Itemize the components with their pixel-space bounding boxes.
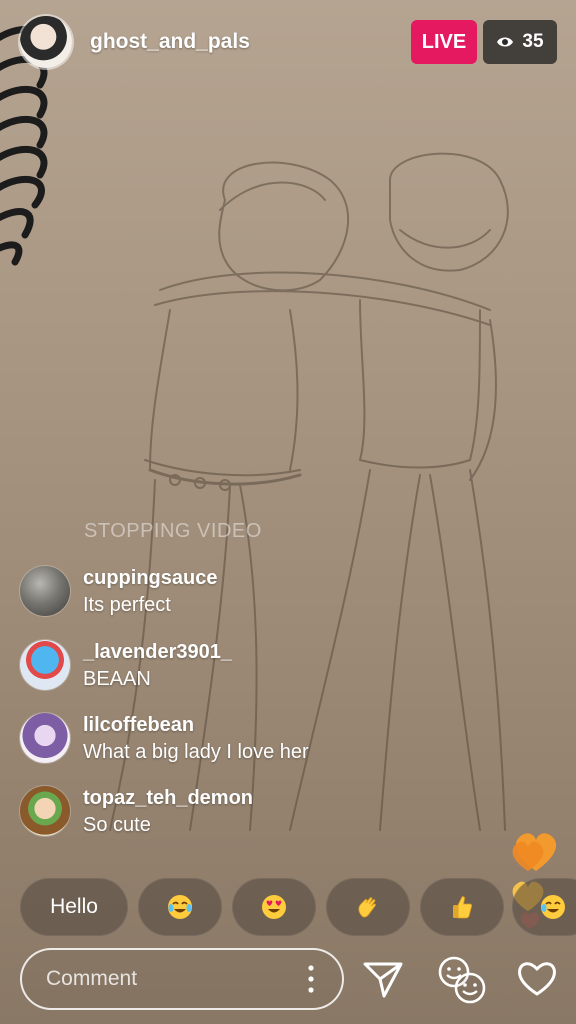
comment-username[interactable]: _lavender3901_: [83, 639, 232, 665]
more-vertical-icon[interactable]: [308, 965, 314, 993]
viewer-count-badge[interactable]: 35: [483, 20, 557, 64]
waving-hand-emoji-icon: [358, 897, 376, 918]
commenter-avatar[interactable]: [20, 640, 70, 690]
tears-of-joy-emoji-icon: [541, 895, 565, 919]
host-avatar[interactable]: [20, 16, 72, 68]
comment-item: topaz_teh_demon So cute: [20, 786, 253, 839]
commenter-avatar[interactable]: [20, 786, 70, 836]
comment-item: cuppingsauce Its perfect: [20, 566, 217, 619]
tears-of-joy-emoji-icon: [168, 895, 192, 919]
comment-input[interactable]: Comment: [20, 948, 344, 1010]
commenter-avatar[interactable]: [20, 566, 70, 616]
comment-item: _lavender3901_ BEAAN: [20, 640, 232, 693]
comment-message: Its perfect: [83, 594, 171, 616]
comment-username[interactable]: lilcoffebean: [83, 712, 309, 738]
commenter-avatar[interactable]: [20, 713, 70, 763]
host-username[interactable]: ghost_and_pals: [90, 30, 250, 54]
live-badge: LIVE: [411, 20, 477, 64]
send-icon[interactable]: [362, 958, 404, 1000]
comment-message: So cute: [83, 814, 151, 836]
quick-reply-tears-of-joy-2[interactable]: [512, 878, 576, 936]
quick-reply-thumbs-up[interactable]: [420, 878, 504, 936]
quick-reply-heart-eyes[interactable]: [232, 878, 316, 936]
comment-username[interactable]: topaz_teh_demon: [83, 785, 253, 811]
comment-message: BEAAN: [83, 668, 151, 690]
comment-username[interactable]: cuppingsauce: [83, 565, 217, 591]
comment-item: lilcoffebean What a big lady I love her: [20, 713, 309, 766]
quick-reply-hello[interactable]: Hello: [20, 878, 128, 936]
live-video-stage: ghost_and_pals LIVE 35 STOPPING VIDEO cu…: [0, 0, 576, 1024]
faces-icon[interactable]: [436, 954, 488, 1006]
viewer-count: 35: [522, 31, 544, 52]
heart-eyes-emoji-icon: [262, 895, 286, 919]
thumbs-up-emoji-icon: [453, 896, 473, 919]
comment-placeholder: Comment: [46, 967, 138, 990]
heart-icon[interactable]: [516, 958, 558, 998]
quick-reply-wave[interactable]: [326, 878, 410, 936]
stopping-video-label: STOPPING VIDEO: [84, 520, 262, 542]
quick-reply-tears-of-joy[interactable]: [138, 878, 222, 936]
comment-message: What a big lady I love her: [83, 741, 309, 763]
eye-icon: [497, 37, 514, 47]
